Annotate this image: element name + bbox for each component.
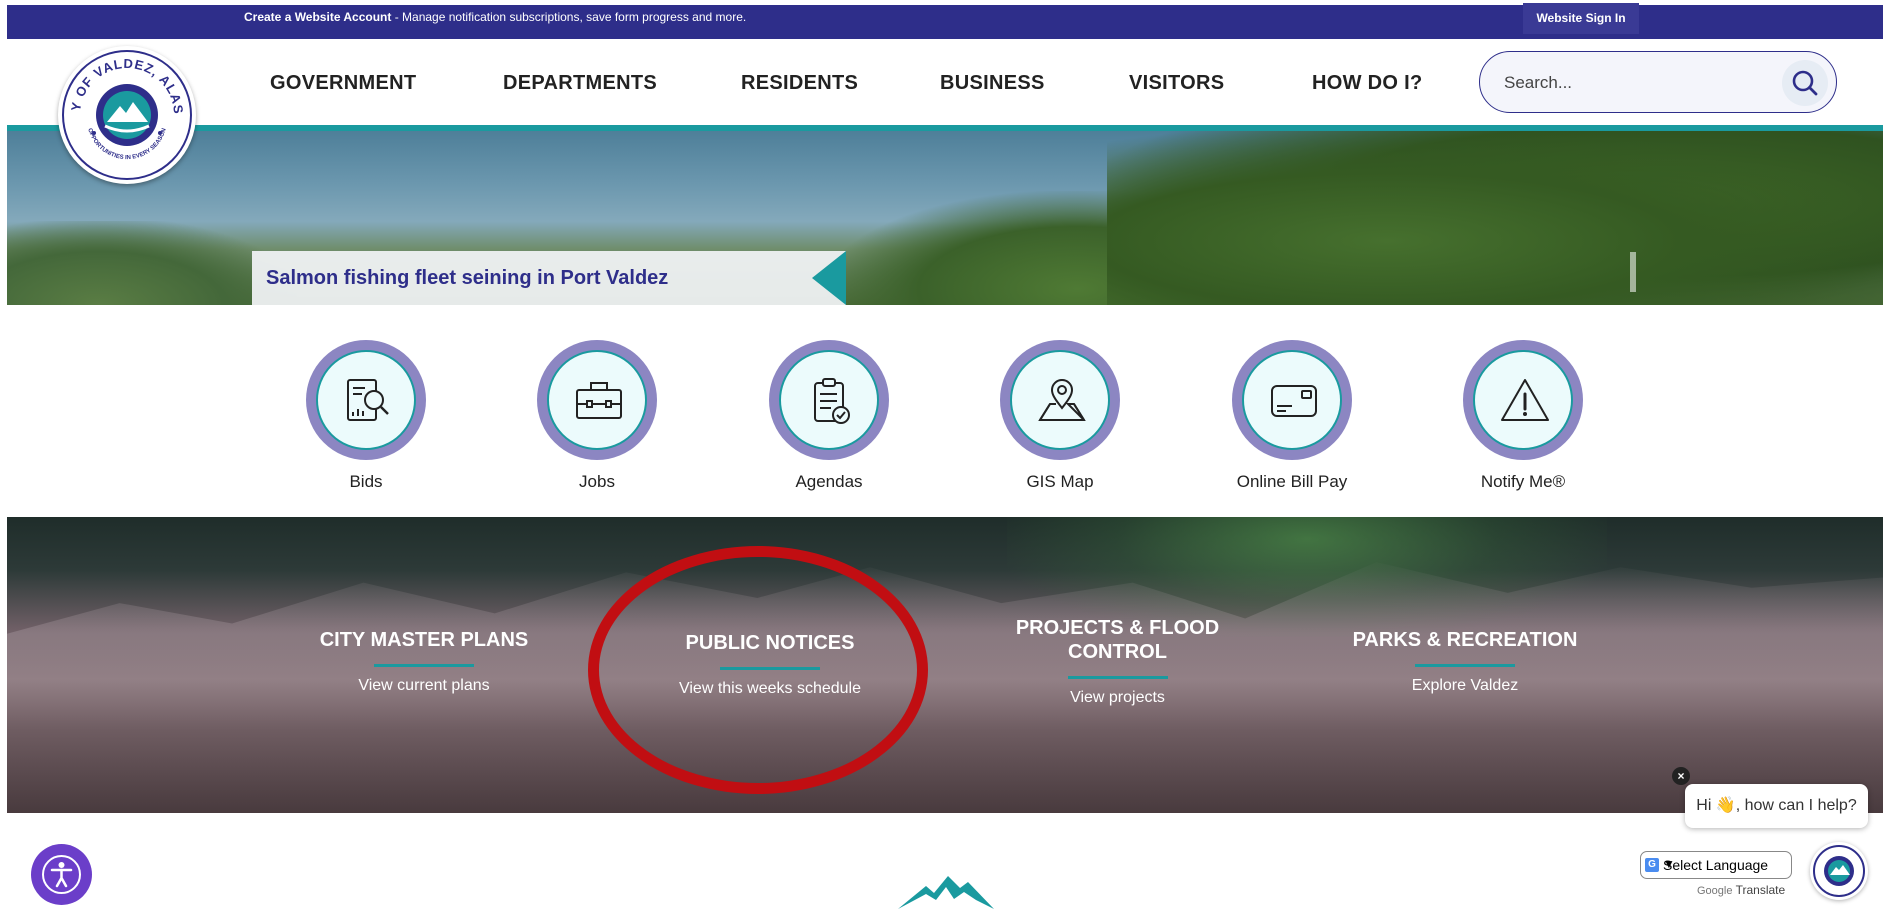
feature-title: PARKS & RECREATION [1352, 629, 1578, 651]
accessibility-icon [50, 862, 73, 888]
search-input[interactable] [1504, 70, 1764, 96]
feature-title: CITY MASTER PLANS [319, 629, 529, 651]
feature-projects-flood-control[interactable]: PROJECTS & FLOOD CONTROL View projects [1000, 616, 1235, 707]
map-pin-icon [1038, 379, 1086, 421]
document-search-icon [347, 379, 389, 421]
quick-link-gis-map[interactable]: GIS Map [960, 340, 1160, 492]
quick-link-jobs[interactable]: Jobs [497, 340, 697, 492]
account-promo: Create a Website Account - Manage notifi… [244, 0, 746, 34]
search-button[interactable] [1782, 60, 1828, 106]
quick-link-online-bill-pay[interactable]: Online Bill Pay [1192, 340, 1392, 492]
quick-link-agendas[interactable]: Agendas [729, 340, 929, 492]
city-seal-icon [1813, 845, 1865, 897]
nav-how-do-i[interactable]: HOW DO I? [1312, 72, 1422, 94]
nav-departments[interactable]: DEPARTMENTS [503, 72, 657, 94]
briefcase-icon [576, 382, 622, 419]
google-translate-icon: G [1645, 858, 1659, 872]
website-sign-in-button[interactable]: Website Sign In [1523, 3, 1639, 34]
chat-close-button[interactable]: × [1672, 767, 1690, 785]
slide-indicator[interactable] [1630, 252, 1636, 292]
nav-residents[interactable]: RESIDENTS [741, 72, 858, 94]
nav-visitors[interactable]: VISITORS [1129, 72, 1224, 94]
create-account-link[interactable]: Create a Website Account [244, 10, 391, 24]
quick-link-label: Jobs [579, 472, 615, 491]
feature-parks-recreation[interactable]: PARKS & RECREATION Explore Valdez [1350, 628, 1580, 695]
feature-city-master-plans[interactable]: CITY MASTER PLANS View current plans [319, 628, 529, 695]
city-seal-icon: CITY OF VALDEZ, ALASKA OPPORTUNITIES IN … [53, 34, 192, 180]
featured-links-band [7, 517, 1883, 813]
quick-link-notify-me[interactable]: Notify Me® [1423, 340, 1623, 492]
accessibility-button[interactable] [31, 844, 92, 905]
quick-link-label: Agendas [795, 472, 863, 491]
hero-caption-text: Salmon fishing fleet seining in Port Val… [266, 267, 669, 289]
powered-by-google-translate[interactable]: Google Translate [1697, 883, 1785, 897]
chat-launcher-button[interactable] [1810, 842, 1868, 900]
feature-subtitle: Explore Valdez [1411, 677, 1519, 694]
hero-caption: Salmon fishing fleet seining in Port Val… [252, 251, 846, 305]
clipboard-check-icon [814, 378, 850, 424]
warning-icon [1501, 379, 1549, 421]
quick-link-label: Notify Me® [1480, 472, 1566, 491]
feature-title: PROJECTS & FLOOD CONTROL [1015, 617, 1220, 663]
quick-link-label: Bids [349, 472, 383, 491]
search-icon [1792, 70, 1818, 96]
feature-subtitle: View projects [1070, 689, 1165, 706]
nav-business[interactable]: BUSINESS [940, 72, 1045, 94]
chat-greeting-bubble[interactable]: Hi 👋, how can I help? [1685, 784, 1868, 828]
chevron-down-icon: ▼ [1663, 857, 1675, 871]
language-select[interactable]: G Select Language ▼ [1640, 851, 1792, 879]
mountain-logo-icon [898, 876, 994, 909]
quick-link-label: Online Bill Pay [1236, 472, 1348, 491]
quick-link-label: GIS Map [1026, 472, 1094, 491]
highlight-circle-annotation [588, 546, 928, 794]
search-box [1479, 51, 1837, 113]
quick-link-bids[interactable]: Bids [266, 340, 466, 492]
feature-subtitle: View current plans [358, 677, 490, 694]
account-promo-text: - Manage notification subscriptions, sav… [391, 10, 747, 24]
credit-card-icon [1271, 385, 1317, 417]
nav-government[interactable]: GOVERNMENT [270, 72, 416, 94]
city-logo[interactable]: CITY OF VALDEZ, ALASKA OPPORTUNITIES IN … [53, 34, 196, 184]
